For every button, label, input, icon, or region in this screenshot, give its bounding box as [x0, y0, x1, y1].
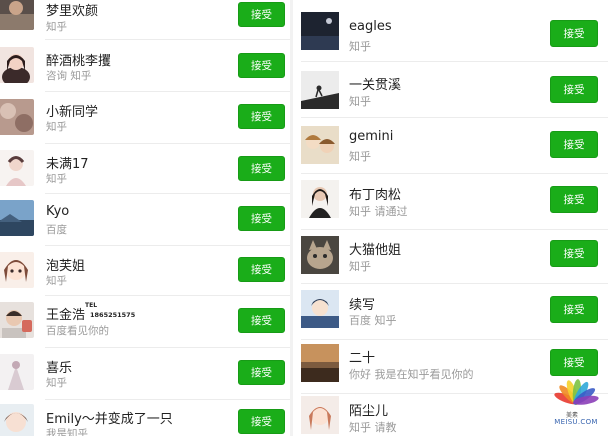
- contact-source: 百度 知乎: [349, 314, 397, 327]
- contact-source: 百度: [46, 224, 67, 236]
- friend-requests-list-right: eagles 知乎 接受 一关贯溪 知乎 接受 gemini 知乎 接受 布丁肉…: [293, 0, 608, 436]
- contact-name: 小新同学: [46, 105, 99, 120]
- avatar-cat-icon: [301, 236, 339, 274]
- avatar-anime-girl-icon: [0, 252, 34, 288]
- contact-source: 知乎 请教: [349, 421, 397, 434]
- avatar-night-photo-icon: [301, 12, 339, 50]
- contact-name: 未满17: [46, 157, 89, 172]
- list-item[interactable]: 泡芙姐 知乎 接受: [0, 246, 295, 296]
- list-item[interactable]: 未满17 知乎 接受: [0, 144, 295, 194]
- contact-name: eagles: [349, 19, 392, 34]
- list-item[interactable]: 醉酒桃李攫 咨询 知乎 接受: [0, 40, 295, 92]
- list-item[interactable]: 小新同学 知乎 接受: [0, 92, 295, 144]
- list-item[interactable]: 王金浩 TEL 1865251575 百度看见你的 接受: [0, 296, 295, 348]
- accept-button[interactable]: 接受: [238, 53, 285, 78]
- list-item[interactable]: Kyo 百度 接受: [0, 194, 295, 246]
- contact-source: 知乎: [349, 95, 371, 108]
- contact-name: 醉酒桃李攫: [46, 54, 112, 69]
- accept-button[interactable]: 接受: [550, 186, 598, 213]
- contact-source: 知乎: [46, 173, 67, 185]
- contact-name: gemini: [349, 129, 394, 144]
- avatar-boy-photo-icon: [0, 302, 34, 338]
- contact-source: 知乎: [349, 260, 371, 273]
- watermark-text: MEISU.COM: [554, 418, 598, 426]
- list-item[interactable]: Emily～并变成了一只 我是知乎 接受: [0, 400, 295, 436]
- phone-number: 1865251575: [90, 311, 136, 319]
- avatar-anime-boy-icon: [301, 290, 339, 328]
- contact-source: 百度看见你的: [46, 325, 109, 337]
- phone-label: TEL: [85, 302, 98, 309]
- contact-source: 你好 我是在知乎看见你的: [349, 368, 474, 381]
- avatar-girl-photo-icon: [0, 47, 34, 83]
- contact-name: 大猫他姐: [349, 243, 402, 258]
- contact-name: 一关贯溪: [349, 78, 402, 93]
- contact-name: 续写: [349, 298, 376, 313]
- contact-name: 泡芙姐: [46, 259, 86, 274]
- list-item[interactable]: 大猫他姐 知乎 接受: [293, 230, 608, 284]
- avatar-girl-photo-icon: [301, 180, 339, 218]
- contact-source: 知乎: [46, 121, 67, 133]
- contact-name: 王金浩: [46, 308, 86, 323]
- accept-button[interactable]: 接受: [238, 2, 285, 27]
- accept-button[interactable]: 接受: [238, 104, 285, 129]
- accept-button[interactable]: 接受: [550, 240, 598, 267]
- friend-requests-list-left: 梦里欢颜 知乎 接受 醉酒桃李攫 咨询 知乎 接受 小新同学 知乎 接受 未满1…: [0, 0, 295, 436]
- avatar-silhouette-icon: [301, 71, 339, 109]
- accept-button[interactable]: 接受: [550, 76, 598, 103]
- accept-button[interactable]: 接受: [238, 308, 285, 333]
- avatar-anime-icon: [0, 404, 34, 436]
- accept-button[interactable]: 接受: [550, 131, 598, 158]
- accept-button[interactable]: 接受: [550, 20, 598, 47]
- avatar-illustration-icon: [0, 150, 34, 186]
- list-item[interactable]: 一关贯溪 知乎 接受: [293, 62, 608, 118]
- avatar-light-illustration-icon: [0, 354, 34, 390]
- accept-button[interactable]: 接受: [550, 296, 598, 323]
- list-item[interactable]: 续写 百度 知乎 接受: [293, 284, 608, 340]
- contact-name: Kyo: [46, 204, 70, 219]
- contact-source: 知乎: [349, 40, 371, 53]
- avatar-blurred-photo-icon: [0, 99, 34, 135]
- contact-source: 我是知乎: [46, 428, 88, 436]
- avatar-landscape-icon: [0, 200, 34, 236]
- contact-source: 知乎: [349, 150, 371, 163]
- avatar-photo-icon: [0, 0, 34, 30]
- contact-name: 陌尘儿: [349, 404, 389, 419]
- list-item[interactable]: 梦里欢颜 知乎 接受: [0, 0, 295, 40]
- list-item[interactable]: gemini 知乎 接受: [293, 118, 608, 174]
- list-item[interactable]: 布丁肉松 知乎 请通过 接受: [293, 174, 608, 230]
- contact-source: 知乎: [46, 275, 67, 287]
- accept-button[interactable]: 接受: [550, 349, 598, 376]
- accept-button[interactable]: 接受: [238, 257, 285, 282]
- contact-source: 知乎: [46, 21, 67, 33]
- avatar-sunset-photo-icon: [301, 344, 339, 382]
- list-item[interactable]: eagles 知乎 接受: [293, 0, 608, 62]
- contact-name: 喜乐: [46, 361, 73, 376]
- accept-button[interactable]: 接受: [238, 360, 285, 385]
- contact-source: 知乎 请通过: [349, 205, 408, 218]
- contact-name: 布丁肉松: [349, 188, 402, 203]
- contact-name: 梦里欢颜: [46, 4, 99, 19]
- accept-button[interactable]: 接受: [238, 206, 285, 231]
- accept-button[interactable]: 接受: [238, 156, 285, 181]
- accept-button[interactable]: 接受: [238, 409, 285, 434]
- contact-name: Emily～并变成了一只: [46, 412, 173, 427]
- avatar-anime-pair-icon: [301, 126, 339, 164]
- list-item[interactable]: 喜乐 知乎 接受: [0, 348, 295, 400]
- contact-source: 知乎: [46, 377, 67, 389]
- avatar-anime-girl-icon: [301, 396, 339, 434]
- contact-source: 咨询 知乎: [46, 70, 92, 82]
- contact-name: 二十: [349, 351, 376, 366]
